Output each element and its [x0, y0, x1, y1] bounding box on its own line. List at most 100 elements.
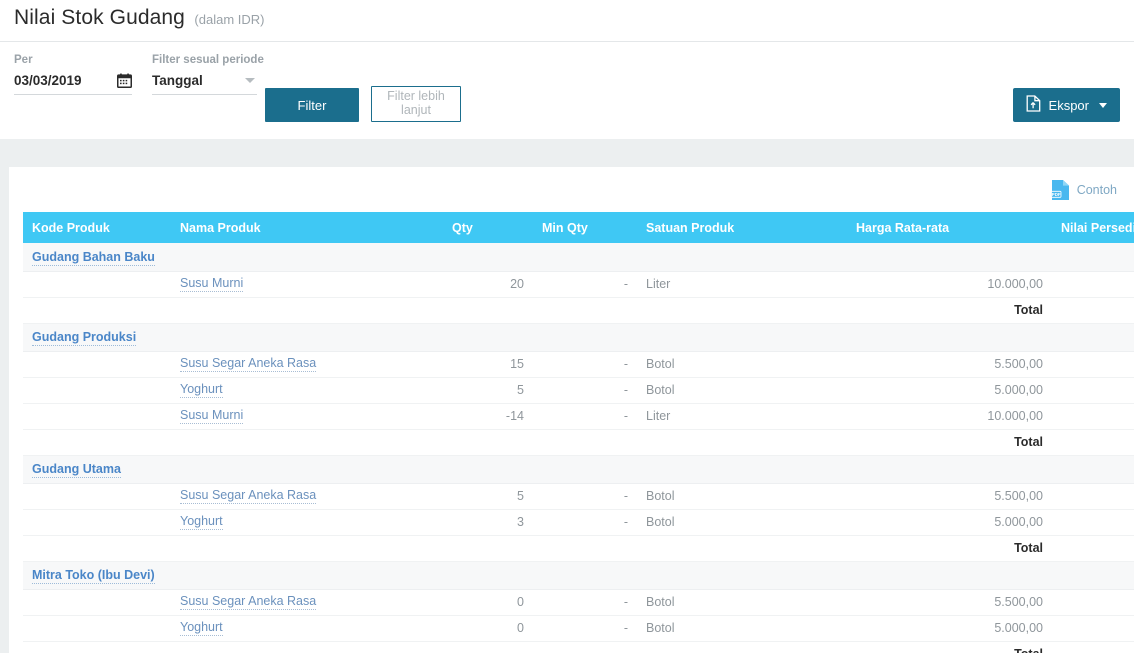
- product-name-link[interactable]: Susu Murni: [180, 408, 243, 424]
- group-name-link[interactable]: Gudang Utama: [32, 462, 121, 478]
- group-total-row: Total0,00: [23, 641, 1134, 653]
- cell-qty: 15: [443, 351, 533, 377]
- file-export-icon: [1026, 95, 1041, 115]
- cell-kode-produk: [23, 483, 171, 509]
- product-name-link[interactable]: Susu Segar Aneka Rasa: [180, 356, 316, 372]
- product-name-link[interactable]: Yoghurt: [180, 620, 223, 636]
- content-area: PDF Contoh Kode Produk Nama Produk Qty M…: [0, 167, 1134, 653]
- cell-min-qty: -: [533, 615, 637, 641]
- cell-harga-rata-rata: 10.000,00: [847, 271, 1052, 297]
- group-name-link[interactable]: Gudang Produksi: [32, 330, 136, 346]
- product-name-link[interactable]: Susu Murni: [180, 276, 243, 292]
- column-header-qty[interactable]: Qty: [443, 212, 533, 243]
- total-label: Total: [847, 297, 1052, 323]
- cell-kode-produk: [23, 403, 171, 429]
- group-name-link[interactable]: Gudang Bahan Baku: [32, 250, 155, 266]
- date-input[interactable]: [14, 73, 104, 88]
- table-row: Susu Segar Aneka Rasa5-Botol5.500,0027.5…: [23, 483, 1134, 509]
- cell-qty: 5: [443, 377, 533, 403]
- product-name-link[interactable]: Susu Segar Aneka Rasa: [180, 488, 316, 504]
- total-spacer-cell: [637, 535, 847, 561]
- cell-kode-produk: [23, 589, 171, 615]
- total-label: Total: [847, 429, 1052, 455]
- report-card: PDF Contoh Kode Produk Nama Produk Qty M…: [9, 167, 1134, 653]
- cell-min-qty: -: [533, 589, 637, 615]
- filter-button[interactable]: Filter: [265, 88, 359, 122]
- column-header-min-qty[interactable]: Min Qty: [533, 212, 637, 243]
- cell-satuan-produk: Botol: [637, 351, 847, 377]
- cell-satuan-produk: Botol: [637, 589, 847, 615]
- periode-label: Filter sesual periode: [152, 54, 264, 66]
- product-name-link[interactable]: Yoghurt: [180, 382, 223, 398]
- cell-satuan-produk: Botol: [637, 615, 847, 641]
- product-name-link[interactable]: Susu Segar Aneka Rasa: [180, 594, 316, 610]
- advanced-filter-button[interactable]: Filter lebih lanjut: [371, 86, 461, 122]
- periode-select[interactable]: Tanggal: [152, 73, 257, 95]
- product-name-link-cell[interactable]: Yoghurt: [171, 615, 443, 641]
- cell-kode-produk: [23, 351, 171, 377]
- product-name-link[interactable]: Yoghurt: [180, 514, 223, 530]
- section-divider-band: [0, 139, 1134, 167]
- page-title-subtitle: (dalam IDR): [194, 12, 264, 27]
- contoh-link[interactable]: Contoh: [1077, 183, 1117, 197]
- stock-value-table: Kode Produk Nama Produk Qty Min Qty Satu…: [23, 212, 1134, 653]
- cell-nilai-persediaan: ( 140.000,00): [1052, 403, 1134, 429]
- export-button-label: Ekspor: [1049, 98, 1089, 113]
- cell-harga-rata-rata: 5.000,00: [847, 377, 1052, 403]
- cell-min-qty: -: [533, 483, 637, 509]
- column-header-nama-produk[interactable]: Nama Produk: [171, 212, 443, 243]
- cell-kode-produk: [23, 377, 171, 403]
- filter-bar: Per Filter sesual periode: [0, 42, 1134, 139]
- cell-qty: 0: [443, 589, 533, 615]
- product-name-link-cell[interactable]: Susu Murni: [171, 403, 443, 429]
- table-header-row: Kode Produk Nama Produk Qty Min Qty Satu…: [23, 212, 1134, 243]
- product-name-link-cell[interactable]: Yoghurt: [171, 509, 443, 535]
- cell-min-qty: -: [533, 271, 637, 297]
- per-field[interactable]: [14, 73, 132, 95]
- cell-nilai-persediaan: 25.000,00: [1052, 377, 1134, 403]
- total-value: 0,00: [1052, 641, 1134, 653]
- product-name-link-cell[interactable]: Susu Murni: [171, 271, 443, 297]
- total-spacer-cell: [23, 297, 637, 323]
- column-header-harga-rata-rata[interactable]: Harga Rata-rata: [847, 212, 1052, 243]
- product-name-link-cell[interactable]: Susu Segar Aneka Rasa: [171, 589, 443, 615]
- cell-min-qty: -: [533, 351, 637, 377]
- cell-satuan-produk: Botol: [637, 377, 847, 403]
- total-spacer-cell: [23, 429, 637, 455]
- cell-kode-produk: [23, 615, 171, 641]
- column-header-satuan-produk[interactable]: Satuan Produk: [637, 212, 847, 243]
- product-name-link-cell[interactable]: Susu Segar Aneka Rasa: [171, 483, 443, 509]
- cell-satuan-produk: Liter: [637, 271, 847, 297]
- total-spacer-cell: [23, 535, 637, 561]
- cell-satuan-produk: Botol: [637, 483, 847, 509]
- total-spacer-cell: [637, 429, 847, 455]
- table-header: Kode Produk Nama Produk Qty Min Qty Satu…: [23, 212, 1134, 243]
- per-filter-group: Per: [14, 54, 132, 95]
- cell-min-qty: -: [533, 509, 637, 535]
- cell-nilai-persediaan: 15.000,00: [1052, 509, 1134, 535]
- column-header-nilai-persediaan[interactable]: Nilai Persediaan: [1052, 212, 1134, 243]
- table-row: Yoghurt5-Botol5.000,0025.000,00: [23, 377, 1134, 403]
- group-header-cell: Mitra Toko (Ibu Devi): [23, 561, 1134, 589]
- group-header-row: Gudang Utama: [23, 455, 1134, 483]
- chevron-down-icon[interactable]: [245, 78, 255, 83]
- calendar-icon[interactable]: [117, 73, 132, 88]
- total-label: Total: [847, 535, 1052, 561]
- group-header-row: Mitra Toko (Ibu Devi): [23, 561, 1134, 589]
- export-button[interactable]: Ekspor: [1013, 88, 1120, 122]
- cell-harga-rata-rata: 5.500,00: [847, 483, 1052, 509]
- cell-kode-produk: [23, 271, 171, 297]
- column-header-kode-produk[interactable]: Kode Produk: [23, 212, 171, 243]
- cell-harga-rata-rata: 5.500,00: [847, 351, 1052, 377]
- product-name-link-cell[interactable]: Susu Segar Aneka Rasa: [171, 351, 443, 377]
- cell-qty: -14: [443, 403, 533, 429]
- pdf-file-icon[interactable]: PDF: [1051, 179, 1070, 201]
- cell-nilai-persediaan: 200.000,00: [1052, 271, 1134, 297]
- group-name-link[interactable]: Mitra Toko (Ibu Devi): [32, 568, 155, 584]
- table-row: Yoghurt0-Botol5.000,000,00: [23, 615, 1134, 641]
- group-total-row: Total42.500,00: [23, 535, 1134, 561]
- total-spacer-cell: [637, 297, 847, 323]
- chevron-down-icon[interactable]: [1099, 103, 1107, 108]
- product-name-link-cell[interactable]: Yoghurt: [171, 377, 443, 403]
- periode-filter-group: Filter sesual periode Tanggal: [152, 54, 264, 95]
